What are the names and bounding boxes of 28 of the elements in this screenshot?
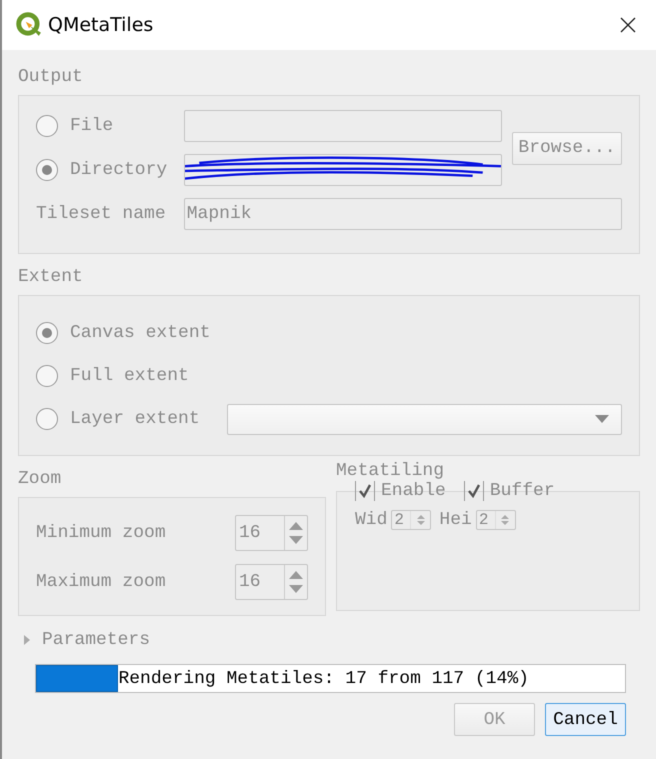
field-label: Hei bbox=[439, 510, 472, 530]
checkbox-label: Buffer bbox=[490, 481, 555, 501]
group-title: Metatiling bbox=[336, 461, 444, 481]
down-arrow-icon[interactable] bbox=[289, 536, 303, 544]
field-label: Wid bbox=[355, 510, 388, 530]
down-arrow-icon[interactable] bbox=[501, 521, 510, 525]
radio-label: Full extent bbox=[70, 366, 189, 386]
field-label: Tileset name bbox=[36, 204, 167, 224]
up-arrow-icon[interactable] bbox=[416, 515, 425, 519]
up-arrow-icon[interactable] bbox=[289, 522, 303, 530]
radio-label: File bbox=[70, 116, 114, 136]
field-label: Minimum zoom bbox=[36, 523, 166, 543]
group-title: Output bbox=[18, 66, 84, 88]
down-arrow-icon[interactable] bbox=[416, 521, 425, 525]
caret-icon bbox=[595, 415, 609, 423]
group-title: Zoom bbox=[18, 468, 62, 490]
field-label: Maximum zoom bbox=[36, 572, 166, 592]
radio-label: Directory bbox=[70, 160, 168, 180]
checkbox-label: Enable bbox=[381, 481, 446, 501]
radio-label: Canvas extent bbox=[70, 323, 210, 343]
logo-icon bbox=[16, 12, 42, 38]
up-arrow-icon[interactable] bbox=[501, 515, 510, 519]
group-title: Extent bbox=[18, 266, 84, 288]
up-arrow-icon[interactable] bbox=[289, 571, 303, 579]
radio-label: Layer extent bbox=[70, 409, 200, 429]
window-title: QMetaTiles bbox=[48, 14, 154, 36]
down-arrow-icon[interactable] bbox=[289, 585, 303, 593]
progress-text: Rendering Metatiles: 17 from 117 (14%) bbox=[118, 668, 529, 688]
